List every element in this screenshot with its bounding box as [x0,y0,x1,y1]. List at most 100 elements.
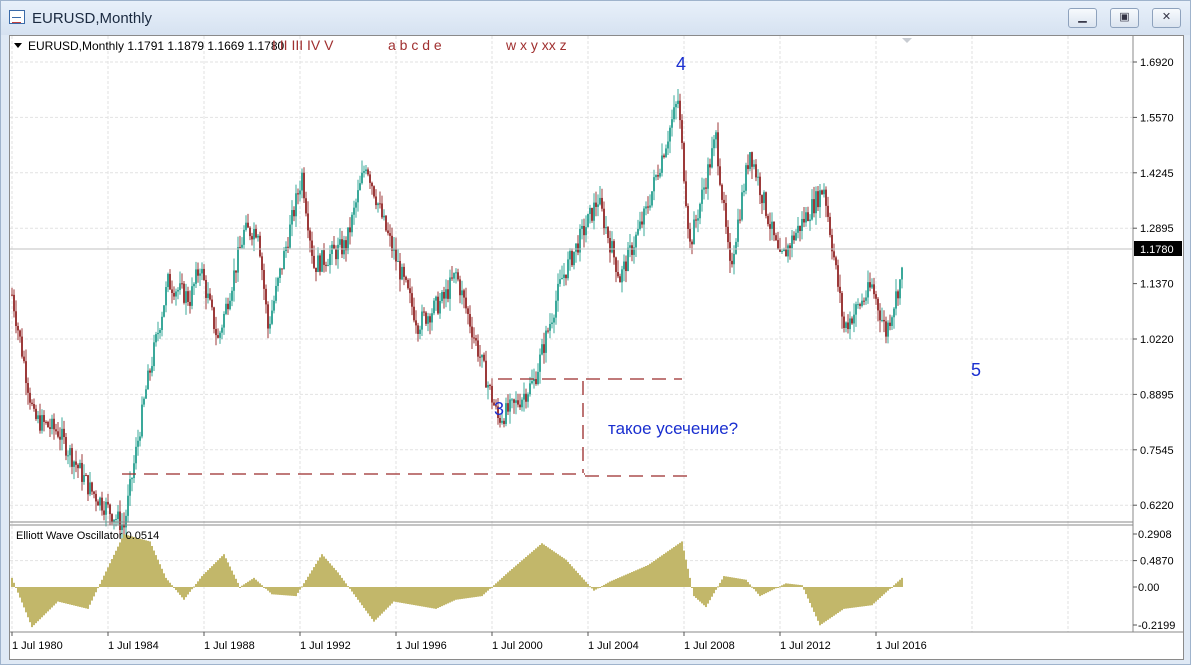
candle-body [591,207,593,221]
candle-body [77,464,79,469]
oscillator-bar [287,587,289,596]
oscillator-bar [565,559,567,587]
oscillator-bar [161,568,163,587]
oscillator-bar [647,565,649,587]
oscillator-bar [265,587,267,589]
oscillator-bar [487,587,489,591]
candle-body [83,475,85,482]
candle-body [515,400,517,403]
oscillator-bar [775,587,777,589]
minimize-button[interactable]: ▁ [1068,8,1097,28]
oscillator-bar [57,587,59,602]
oscillator-bar [745,579,747,587]
oscillator-bar [465,587,467,599]
candle-body [619,276,621,283]
candle-body [381,203,383,218]
restore-button[interactable]: ▣ [1110,8,1139,28]
candle-body [433,300,435,314]
candle-body [353,207,355,215]
oscillator-bar [177,587,179,593]
oscillator-bar [313,567,315,587]
oscillator-bar [579,575,581,587]
wave-labels-letters[interactable]: a b c d e [388,37,442,53]
candle-body [167,273,169,288]
oscillator-bar [209,568,211,587]
candle-body [419,329,421,334]
candle-body [511,399,513,401]
candle-body [27,383,29,393]
chart-svg[interactable]: EURUSD,Monthly 1.1791 1.1879 1.1669 1.17… [10,36,1183,659]
oscillator-bar [643,566,645,587]
candle-body [735,241,737,254]
oscillator-bar [323,556,325,587]
oscillator-bar [865,587,867,607]
time-tick-label: 1 Jul 2004 [588,640,639,652]
price-tick-label: 1.2895 [1140,223,1174,235]
candle-body [97,501,99,506]
wave-labels-wxy[interactable]: w x y xx z [505,37,567,53]
oscillator-bar [751,586,753,588]
candle-body [471,326,473,338]
oscillator-bar [507,572,509,587]
candle-body [627,247,629,272]
oscillator-bar [311,570,313,587]
candle-body [873,284,875,295]
price-tick-label: 0.4870 [1140,556,1174,568]
oscillator-bar [11,577,13,587]
candle-body [131,478,133,480]
candle-body [557,283,559,301]
time-tick-label: 1 Jul 1980 [12,640,63,652]
oscillator-bar [423,587,425,607]
candle-body [583,225,585,236]
oscillator-bar [589,586,591,588]
oscillator-bar [491,587,493,588]
oscillator-bar [805,587,807,595]
chart-area[interactable]: EURUSD,Monthly 1.1791 1.1879 1.1669 1.17… [9,35,1184,660]
oscillator-bar [221,556,223,587]
title-bar[interactable]: EURUSD,Monthly ▁ ▣ ✕ [1,1,1190,35]
candle-body [601,197,603,209]
oscillator-bar [609,581,611,587]
candle-body [563,274,565,278]
wave-labels-roman[interactable]: I II III IV V [272,37,334,53]
oscillator-bar [431,587,433,609]
candle-body [705,187,707,189]
candle-body [231,290,233,301]
dropdown-triangle-icon[interactable] [14,43,22,48]
oscillator-bar [841,587,843,611]
oscillator-bar [847,587,849,609]
candle-body [385,215,387,231]
candle-body [237,247,239,273]
candle-body [141,404,143,437]
oscillator-bar [113,554,115,587]
oscillator-bar [291,587,293,596]
candle-body [781,251,783,253]
candle-body [297,193,299,195]
candle-body [827,205,829,217]
oscillator-bar [285,587,287,596]
candle-body [205,279,207,298]
candle-body [463,290,465,298]
candle-body [39,415,41,431]
candle-body [491,385,493,403]
oscillator-bar [877,587,879,600]
close-button[interactable]: ✕ [1152,8,1181,28]
oscillator-bar [301,586,303,588]
candle-body [391,235,393,251]
candle-body [765,192,767,216]
candle-body [891,317,893,326]
oscillator-bar [569,564,571,587]
oscillator-bar [787,583,789,587]
oscillator-bar [215,562,217,587]
oscillator-bar [407,587,409,605]
oscillator-bar [193,586,195,588]
candle-body [805,212,807,223]
candle-body [149,370,151,373]
candle-body [135,446,137,464]
oscillator-bar [63,587,65,604]
candle-body [717,132,719,167]
candle-body [75,461,77,465]
candle-body [161,316,163,330]
oscillator-bar [25,587,27,613]
oscillator-bar [79,587,81,607]
